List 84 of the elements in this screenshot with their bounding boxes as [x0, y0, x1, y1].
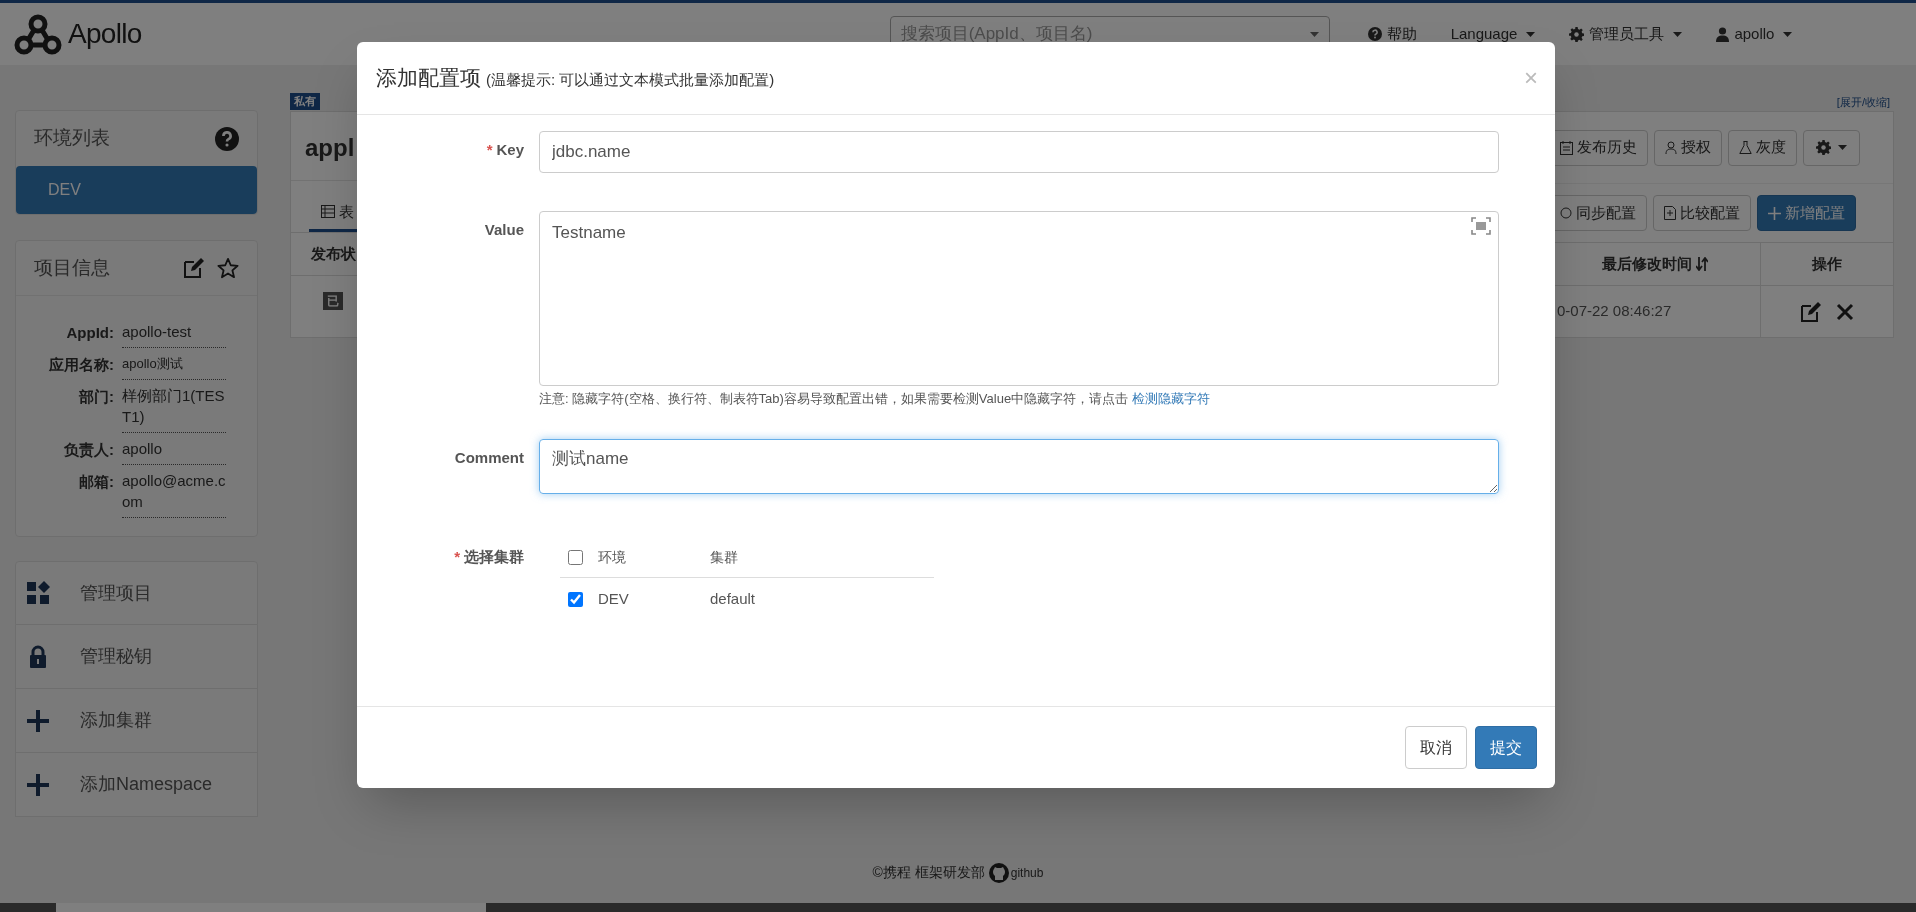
cluster-checkbox[interactable]	[568, 592, 583, 607]
toolbar-button[interactable]: 新增配置	[1757, 195, 1856, 231]
delete-button[interactable]	[1836, 302, 1854, 321]
field-value: apollo@acme.com	[122, 465, 226, 518]
settings-button[interactable]	[1803, 129, 1860, 166]
nav-menu-item[interactable]: 管理员工具	[1569, 22, 1683, 46]
field-label: Comment	[454, 448, 524, 466]
field-value: apollo	[122, 433, 226, 465]
plus-icon	[1768, 206, 1781, 220]
user-icon	[1665, 141, 1677, 154]
namespace-title: appl	[304, 133, 356, 163]
cancel-button[interactable]: 取消	[1405, 726, 1467, 769]
plus-icon	[26, 708, 50, 733]
field-label: 负责人:	[63, 440, 115, 460]
panel-title: 环境列表	[34, 126, 110, 151]
footer-text: ©携程 框架研发部	[872, 863, 985, 882]
calendar-icon	[1560, 140, 1573, 155]
sidebar-action[interactable]: 添加集群	[15, 689, 258, 753]
table-icon	[321, 205, 335, 219]
sidebar-action[interactable]: 添加Namespace	[15, 753, 258, 817]
field-label: * 选择集群	[454, 547, 524, 565]
toolbar-button[interactable]: 授权	[1654, 129, 1722, 166]
column-header: 操作	[1811, 253, 1843, 274]
table-cell-text: DEV	[598, 589, 630, 610]
field-label: 部门:	[78, 387, 115, 407]
grid-icon	[26, 581, 50, 605]
column-header: 环境	[598, 547, 627, 567]
field-label: Value	[484, 221, 524, 238]
status-badge: 已	[323, 292, 343, 310]
star-icon	[217, 257, 239, 279]
close-icon	[1836, 302, 1854, 321]
circle-icon	[1560, 207, 1572, 219]
sidebar-action[interactable]: 管理项目	[15, 561, 258, 625]
column-header: 发布状	[311, 243, 356, 264]
sort-icon	[1695, 257, 1708, 271]
field-value: apollo-test	[122, 316, 226, 348]
file-icon	[1664, 206, 1676, 220]
toolbar-button[interactable]: 比较配置	[1653, 195, 1751, 231]
field-label: * Key	[486, 141, 524, 158]
help-icon	[215, 126, 239, 151]
fullscreen-icon	[1471, 217, 1491, 235]
submit-button[interactable]: 提交	[1475, 726, 1537, 769]
caret-icon	[1526, 31, 1536, 37]
hint-text: 注意: 隐藏字符(空格、换行符、制表符Tab)容易导致配置出错，如果需要检测Value中隐藏字符，请点击 检测隐藏字符	[539, 390, 1211, 408]
edit-icon	[183, 257, 205, 279]
caret-icon	[1783, 31, 1793, 37]
logo-icon	[14, 13, 62, 55]
modal-title: 添加配置项	[376, 65, 481, 92]
nav-menu-item[interactable]: apollo	[1716, 22, 1793, 46]
github-icon	[988, 862, 1009, 883]
field-label: 邮箱:	[78, 472, 115, 492]
plus-icon	[26, 772, 50, 797]
field-label: 应用名称:	[48, 355, 115, 375]
modal-subtitle: (温馨提示: 可以通过文本模式批量添加配置)	[486, 70, 775, 91]
github-link[interactable]: github	[988, 862, 1044, 883]
expand-link[interactable]: [展开/收缩]	[1836, 95, 1890, 109]
caret-icon	[1838, 145, 1847, 150]
select-all-checkbox[interactable]	[568, 549, 583, 565]
field-value: 样例部门1(TEST1)	[122, 380, 226, 433]
field-label: AppId:	[65, 323, 115, 343]
value-textarea[interactable]: Testname	[539, 211, 1499, 386]
nav-menu-item[interactable]: 帮助	[1367, 22, 1417, 46]
caret-icon	[1673, 31, 1683, 37]
private-badge: 私有	[290, 93, 320, 110]
field-value: apollo测试	[122, 348, 226, 380]
edit-icon	[1800, 300, 1822, 323]
table-cell-text: default	[710, 589, 756, 610]
fullscreen-button[interactable]	[1471, 217, 1491, 235]
detect-hidden-link[interactable]: 检测隐藏字符	[1131, 391, 1210, 406]
nav-menu-item[interactable]: Language	[1450, 22, 1536, 46]
column-header: 集群	[710, 547, 738, 567]
sidebar-action[interactable]: 管理秘钥	[15, 625, 258, 689]
panel-title: 项目信息	[34, 255, 111, 280]
user-icon	[1716, 26, 1730, 42]
edit-button[interactable]	[1800, 300, 1822, 323]
gear-icon	[1569, 26, 1585, 42]
comment-textarea[interactable]: 测试name	[539, 438, 1499, 494]
toolbar-button[interactable]: 灰度	[1728, 129, 1797, 166]
caret-icon	[1309, 31, 1319, 37]
brand-name[interactable]: Apollo	[68, 13, 142, 55]
env-item[interactable]: DEV	[16, 166, 257, 214]
flask-icon	[1739, 141, 1752, 154]
gear-icon	[1816, 140, 1831, 155]
key-input[interactable]: jdbc.name	[539, 131, 1499, 173]
